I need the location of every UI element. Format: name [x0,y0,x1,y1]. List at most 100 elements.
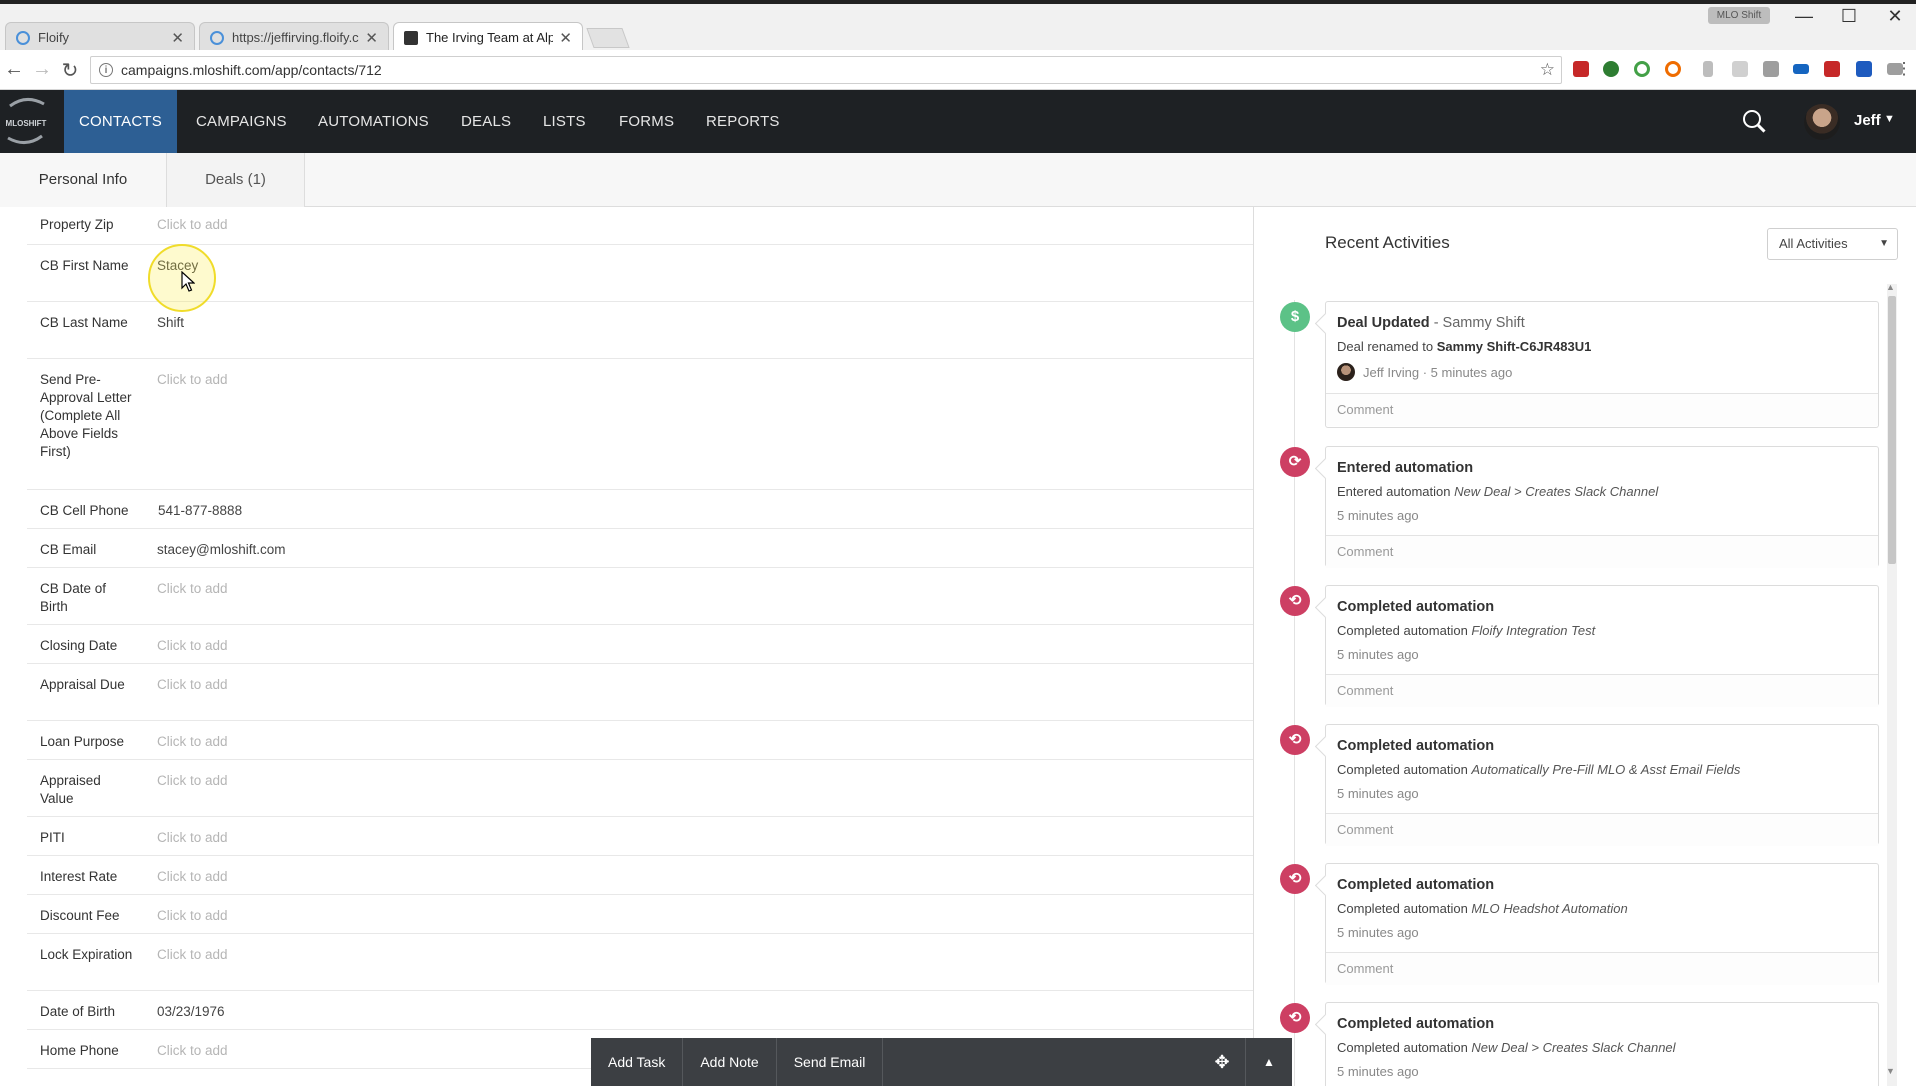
new-tab-button[interactable] [586,28,630,48]
field-value[interactable]: Click to add [157,216,228,236]
scroll-down-icon[interactable]: ▼ [1886,1066,1895,1076]
activity-heading: Deal Updated - Sammy Shift [1326,302,1878,331]
browser-profile-chip[interactable]: MLO Shift [1708,7,1770,24]
activity-desc-value: Sammy Shift-C6JR483U1 [1436,339,1592,354]
reload-icon[interactable]: ↻ [58,58,82,83]
contact-fields-panel: Property Zip Click to add CB First Name … [27,207,1254,1086]
nav-automations[interactable]: AUTOMATIONS [318,90,429,153]
field-value[interactable]: Click to add [157,733,228,751]
user-name[interactable]: Jeff [1854,112,1881,129]
field-value[interactable]: 03/23/1976 [157,1003,225,1021]
nav-contacts[interactable]: CONTACTS [64,90,177,153]
extension-gmail-icon[interactable] [1824,61,1840,77]
activity-description: Completed automation MLO Headshot Automa… [1326,893,1878,916]
field-value[interactable]: Click to add [157,1042,228,1060]
extension-doc-icon[interactable] [1732,61,1748,77]
bookmark-star-icon[interactable]: ☆ [1540,60,1555,80]
activity-description: Completed automation Floify Integration … [1326,615,1878,638]
field-value[interactable]: Click to add [157,772,228,808]
tab-personal-info[interactable]: Personal Info [0,153,166,207]
extension-orange-icon[interactable] [1665,61,1681,77]
field-value[interactable]: Click to add [157,868,228,886]
search-icon[interactable] [1743,110,1761,128]
field-value[interactable]: Click to add [157,829,228,847]
field-row: CB Email stacey@mloshift.com [27,529,1253,568]
extension-grey-icon[interactable] [1703,61,1713,77]
tab-deals[interactable]: Deals (1) [166,153,305,207]
site-info-icon[interactable]: i [99,63,113,77]
field-value[interactable]: 541-877-8888 [158,502,242,520]
field-row: Lock Expiration Click to add [27,934,1253,991]
field-value[interactable]: Click to add [157,946,228,982]
field-row: Date of Birth 03/23/1976 [27,991,1253,1030]
tab-label: The Irving Team at Alpin [426,30,554,45]
close-tab-icon[interactable]: ✕ [559,29,572,47]
activity-filter-select[interactable]: All Activities ▼ [1767,228,1898,260]
comment-input[interactable]: Comment [1326,535,1878,568]
browser-tab-jeffirving[interactable]: https://jeffirving.floify.co ✕ [199,22,389,52]
field-row: Closing Date Click to add [27,625,1253,664]
activity-desc-value: Automatically Pre-Fill MLO & Asst Email … [1471,762,1741,777]
add-task-button[interactable]: Add Task [591,1038,684,1086]
field-value[interactable]: Click to add [157,371,228,481]
browser-tab-floify[interactable]: Floify ✕ [5,22,195,52]
nav-lists[interactable]: LISTS [543,90,586,153]
maximize-icon[interactable]: ☐ [1834,6,1864,27]
minimize-icon[interactable]: — [1789,6,1819,27]
nav-campaigns[interactable]: CAMPAIGNS [196,90,287,153]
activity-scrollbar-thumb[interactable] [1888,296,1896,564]
comment-input[interactable]: Comment [1326,393,1878,426]
user-menu-caret-icon[interactable]: ▼ [1884,113,1895,125]
comment-input[interactable]: Comment [1326,952,1878,985]
user-avatar[interactable] [1804,104,1840,140]
move-icon[interactable]: ✥ [1199,1038,1246,1086]
add-note-button[interactable]: Add Note [683,1038,777,1086]
extension-pdf-icon[interactable] [1573,61,1589,77]
extension-send-icon[interactable] [1856,61,1872,77]
collapse-up-icon[interactable]: ▲ [1246,1055,1292,1069]
forward-icon[interactable]: → [30,58,54,81]
comment-input[interactable]: Comment [1326,813,1878,846]
close-window-icon[interactable]: ✕ [1880,6,1910,27]
comment-input[interactable]: Comment [1326,674,1878,707]
field-value[interactable]: Click to add [157,676,228,712]
nav-deals[interactable]: DEALS [461,90,511,153]
activity-timestamp: Jeff Irving · 5 minutes ago [1363,364,1513,380]
field-label: Lock Expiration [40,947,133,962]
field-row: Discount Fee Click to add [27,895,1253,934]
tab-label: Floify [38,30,70,45]
quick-action-bar: Add Task Add Note Send Email ✥ ▲ [591,1038,1292,1086]
field-value[interactable]: Click to add [157,907,228,925]
nav-forms[interactable]: FORMS [619,90,674,153]
activity-description: Deal renamed to Sammy Shift-C6JR483U1 [1326,331,1878,354]
send-email-button[interactable]: Send Email [777,1038,884,1086]
address-bar[interactable]: i campaigns.mloshift.com/app/contacts/71… [90,56,1562,84]
close-tab-icon[interactable]: ✕ [365,29,378,47]
back-icon[interactable]: ← [2,58,26,81]
field-value[interactable]: Click to add [157,637,228,655]
field-value[interactable]: stacey@mloshift.com [157,541,286,559]
extension-check-icon[interactable] [1634,61,1650,77]
scroll-up-icon[interactable]: ▲ [1886,282,1895,292]
extension-page-icon[interactable] [1763,61,1779,77]
activity-timestamp: 5 minutes ago [1337,786,1419,801]
activity-desc-prefix: Completed automation [1337,901,1472,916]
activity-desc-prefix: Completed automation [1337,762,1472,777]
field-label: CB First Name [40,258,129,273]
field-label: Date of Birth [40,1004,116,1019]
close-tab-icon[interactable]: ✕ [171,29,184,47]
field-value[interactable]: Shift [157,314,184,350]
extension-green-icon[interactable] [1603,61,1619,77]
field-label: Send Pre-Approval Letter (Complete All A… [40,372,132,459]
browser-menu-icon[interactable]: ⋮ [1892,59,1916,79]
activity-description: Entered automation New Deal > Creates Sl… [1326,476,1878,499]
nav-reports[interactable]: REPORTS [706,90,780,153]
mloshift-logo[interactable]: MLOSHIFT [0,90,52,153]
extension-video-icon[interactable] [1793,64,1809,74]
activity-card: Deal Updated - Sammy Shift Deal renamed … [1325,301,1879,428]
timeline-line [1294,300,1295,1086]
activity-title: Completed automation [1337,738,1495,754]
field-value[interactable]: Click to add [157,580,228,616]
url-text[interactable]: campaigns.mloshift.com/app/contacts/712 [121,62,1540,78]
browser-tab-irving-team[interactable]: The Irving Team at Alpin ✕ [393,22,583,52]
